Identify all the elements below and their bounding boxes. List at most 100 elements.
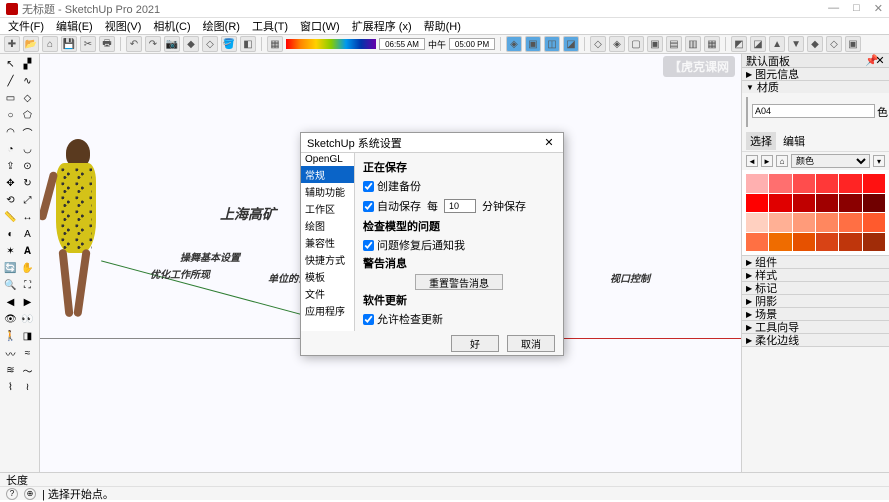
- category-8[interactable]: 文件: [301, 285, 354, 302]
- camera-icon[interactable]: 📷: [164, 36, 180, 52]
- print-icon[interactable]: 🖶: [99, 36, 115, 52]
- color-swatch-18[interactable]: [746, 233, 768, 252]
- cut-icon[interactable]: ✂: [80, 36, 96, 52]
- dialog-close-icon[interactable]: ✕: [541, 136, 557, 149]
- layer6-icon[interactable]: ◇: [826, 36, 842, 52]
- allow-update-checkbox[interactable]: 允许检查更新: [363, 311, 555, 327]
- category-5[interactable]: 兼容性: [301, 234, 354, 251]
- style2-icon[interactable]: ◈: [609, 36, 625, 52]
- 3dtext-icon[interactable]: 𝐀: [19, 243, 36, 260]
- eraser-tool-icon[interactable]: ▞: [19, 56, 36, 73]
- color-swatch-14[interactable]: [793, 213, 815, 232]
- erase-icon[interactable]: ◧: [240, 36, 256, 52]
- create-backup-checkbox[interactable]: 创建备份: [363, 178, 555, 194]
- geo-icon[interactable]: ⊕: [24, 488, 36, 500]
- color-swatch-9[interactable]: [816, 194, 838, 213]
- dialog-titlebar[interactable]: SketchUp 系统设置 ✕: [301, 133, 563, 153]
- auto-save-checkbox[interactable]: 自动保存: [363, 198, 421, 214]
- layer3-icon[interactable]: ▲: [769, 36, 785, 52]
- color-swatch-5[interactable]: [863, 174, 885, 193]
- top-icon[interactable]: ▣: [525, 36, 541, 52]
- shadow-time-slider[interactable]: [286, 39, 376, 49]
- sandbox3-icon[interactable]: ≋: [2, 362, 19, 379]
- dim-icon[interactable]: ↔: [19, 209, 36, 226]
- style3-icon[interactable]: ▢: [628, 36, 644, 52]
- zoom-icon[interactable]: 🔍: [2, 277, 19, 294]
- sandbox5-icon[interactable]: ⌇: [2, 379, 19, 396]
- maximize-button[interactable]: □: [853, 2, 860, 15]
- color-swatch-1[interactable]: [769, 174, 791, 193]
- style7-icon[interactable]: ▦: [704, 36, 720, 52]
- wire-icon[interactable]: ▦: [267, 36, 283, 52]
- color-swatch-11[interactable]: [863, 194, 885, 213]
- tool-a-icon[interactable]: ◆: [183, 36, 199, 52]
- move-icon[interactable]: ✥: [2, 175, 19, 192]
- save-icon[interactable]: 💾: [61, 36, 77, 52]
- zoomext-icon[interactable]: ⛶: [19, 277, 36, 294]
- layer1-icon[interactable]: ◩: [731, 36, 747, 52]
- look-icon[interactable]: 👀: [19, 311, 36, 328]
- home-icon[interactable]: ⌂: [42, 36, 58, 52]
- arc2-icon[interactable]: ⌒: [19, 124, 36, 141]
- material-swatch[interactable]: [746, 97, 748, 127]
- menu-draw[interactable]: 绘图(R): [199, 17, 244, 35]
- material-library-select[interactable]: 颜色: [791, 154, 870, 168]
- polygon-icon[interactable]: ⬠: [19, 107, 36, 124]
- tool-b-icon[interactable]: ◇: [202, 36, 218, 52]
- sandbox6-icon[interactable]: ≀: [19, 379, 36, 396]
- menu-extensions[interactable]: 扩展程序 (x): [348, 17, 416, 35]
- rect-tool-icon[interactable]: ▭: [2, 90, 19, 107]
- color-swatch-19[interactable]: [769, 233, 791, 252]
- freehand-icon[interactable]: ∿: [19, 73, 36, 90]
- color-swatch-17[interactable]: [863, 213, 885, 232]
- category-9[interactable]: 应用程序: [301, 302, 354, 319]
- tab-edit[interactable]: 编辑: [779, 132, 809, 150]
- menu-tools[interactable]: 工具(T): [248, 17, 292, 35]
- text-icon[interactable]: A: [19, 226, 36, 243]
- arc-tool-icon[interactable]: ◠: [2, 124, 19, 141]
- axes-icon[interactable]: ✶: [2, 243, 19, 260]
- sandbox4-icon[interactable]: 〜: [19, 362, 36, 379]
- menu-file[interactable]: 文件(F): [4, 17, 48, 35]
- protractor-icon[interactable]: ◐: [2, 226, 19, 243]
- category-7[interactable]: 模板: [301, 268, 354, 285]
- layer2-icon[interactable]: ◪: [750, 36, 766, 52]
- soften-panel[interactable]: ▶柔化边线: [742, 334, 889, 346]
- home-mat-icon[interactable]: ⌂: [776, 155, 788, 167]
- section-icon[interactable]: ◨: [19, 328, 36, 345]
- color-swatch-22[interactable]: [839, 233, 861, 252]
- cancel-button[interactable]: 取消: [507, 335, 555, 352]
- menu-help[interactable]: 帮助(H): [420, 17, 465, 35]
- offset-icon[interactable]: ⊙: [19, 158, 36, 175]
- select-tool-icon[interactable]: ↖: [2, 56, 19, 73]
- fwd-icon[interactable]: ►: [761, 155, 773, 167]
- rotrect-icon[interactable]: ◇: [19, 90, 36, 107]
- color-swatch-20[interactable]: [793, 233, 815, 252]
- sandbox1-icon[interactable]: 〰: [2, 345, 19, 362]
- color-swatch-3[interactable]: [816, 174, 838, 193]
- color-swatch-12[interactable]: [746, 213, 768, 232]
- rotate-icon[interactable]: ⟲: [2, 192, 19, 209]
- menu-view[interactable]: 视图(V): [101, 17, 146, 35]
- color-swatch-0[interactable]: [746, 174, 768, 193]
- minimize-button[interactable]: —: [828, 2, 839, 15]
- style4-icon[interactable]: ▣: [647, 36, 663, 52]
- menu-window[interactable]: 窗口(W): [296, 17, 344, 35]
- line-tool-icon[interactable]: ╱: [2, 73, 19, 90]
- color-swatch-4[interactable]: [839, 174, 861, 193]
- close-button[interactable]: ✕: [874, 2, 883, 15]
- walk-icon[interactable]: 🚶: [2, 328, 19, 345]
- color-swatch-15[interactable]: [816, 213, 838, 232]
- open-icon[interactable]: 📂: [23, 36, 39, 52]
- follow-icon[interactable]: ↻: [19, 175, 36, 192]
- time-morning[interactable]: 06:55 AM: [379, 38, 425, 50]
- front-icon[interactable]: ◫: [544, 36, 560, 52]
- redo-icon[interactable]: ↷: [145, 36, 161, 52]
- style1-icon[interactable]: ◇: [590, 36, 606, 52]
- category-2[interactable]: 辅助功能: [301, 183, 354, 200]
- tab-select[interactable]: 选择: [746, 132, 776, 150]
- list-icon[interactable]: ▾: [873, 155, 885, 167]
- color-swatch-8[interactable]: [793, 194, 815, 213]
- help-icon[interactable]: ?: [6, 488, 18, 500]
- tape-icon[interactable]: 📏: [2, 209, 19, 226]
